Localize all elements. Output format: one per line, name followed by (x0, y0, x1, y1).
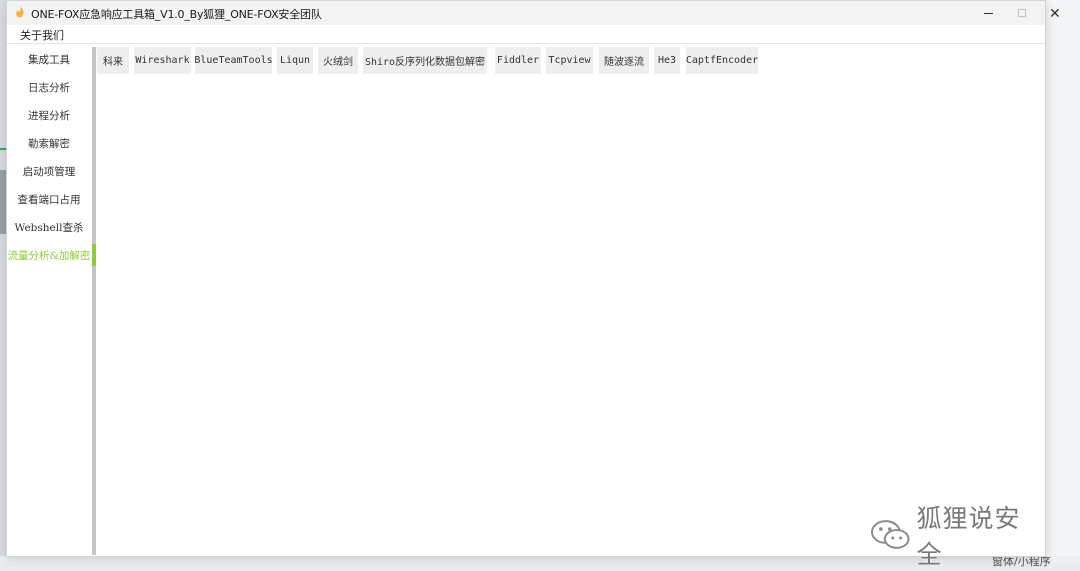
sidebar-item-port-usage[interactable]: 查看端口占用 (7, 185, 91, 213)
watermark: 狐狸说安全 (869, 499, 1045, 571)
sidebar-item-process-analysis[interactable]: 进程分析 (7, 101, 91, 129)
watermark-text: 狐狸说安全 (916, 504, 1021, 569)
tab-captfencoder[interactable]: CaptfEncoder (686, 47, 758, 74)
title-bar[interactable]: ONE-FOX应急响应工具箱_V1.0_By狐狸_ONE-FOX安全团队 (7, 1, 1045, 25)
fox-flame-icon (16, 6, 24, 18)
window-title: ONE-FOX应急响应工具箱_V1.0_By狐狸_ONE-FOX安全团队 (31, 8, 322, 21)
tab-tcpview[interactable]: Tcpview (546, 47, 593, 74)
tab-fiddler[interactable]: Fiddler (495, 47, 541, 74)
sidebar: 集成工具 日志分析 进程分析 勒索解密 启动项管理 查看端口占用 Webshel… (7, 44, 93, 556)
sidebar-item-webshell-scan[interactable]: Webshell查杀 (7, 213, 91, 241)
sidebar-scrollbar[interactable] (92, 47, 96, 555)
tab-suibozhuliu[interactable]: 随波逐流 (599, 47, 649, 74)
tab-blueteamtools[interactable]: BlueTeamTools (194, 47, 273, 74)
tab-kelai[interactable]: 科来 (97, 47, 129, 74)
tab-wireshark[interactable]: Wireshark (134, 47, 191, 74)
minimize-icon (983, 12, 993, 14)
tab-huorongjian[interactable]: 火绒剑 (318, 47, 358, 74)
sidebar-item-ransom-decrypt[interactable]: 勒索解密 (7, 129, 91, 157)
sidebar-item-startup-manager[interactable]: 启动项管理 (7, 157, 91, 185)
sidebar-item-integrated-tools[interactable]: 集成工具 (7, 45, 91, 73)
maximize-icon (1018, 9, 1026, 17)
wechat-icon (870, 520, 910, 549)
close-icon: ✕ (1049, 6, 1061, 22)
menu-bar: 关于我们 (7, 25, 1045, 44)
sidebar-item-log-analysis[interactable]: 日志分析 (7, 73, 91, 101)
maximize-button[interactable] (1005, 1, 1039, 25)
menu-item-about[interactable]: 关于我们 (20, 27, 64, 43)
tab-he3[interactable]: He3 (654, 47, 680, 74)
desktop-right-edge (1046, 0, 1080, 564)
minimize-button[interactable] (971, 1, 1005, 25)
sidebar-active-indicator (92, 244, 96, 266)
close-button[interactable]: ✕ (1049, 6, 1061, 22)
app-window: ONE-FOX应急响应工具箱_V1.0_By狐狸_ONE-FOX安全团队 ✕ 关… (6, 0, 1061, 569)
sidebar-item-traffic-analysis[interactable]: 流量分析&加解密 (7, 241, 91, 269)
tab-shiro-decrypt[interactable]: Shiro反序列化数据包解密 (363, 47, 487, 74)
tab-liqun[interactable]: Liqun (277, 47, 313, 74)
